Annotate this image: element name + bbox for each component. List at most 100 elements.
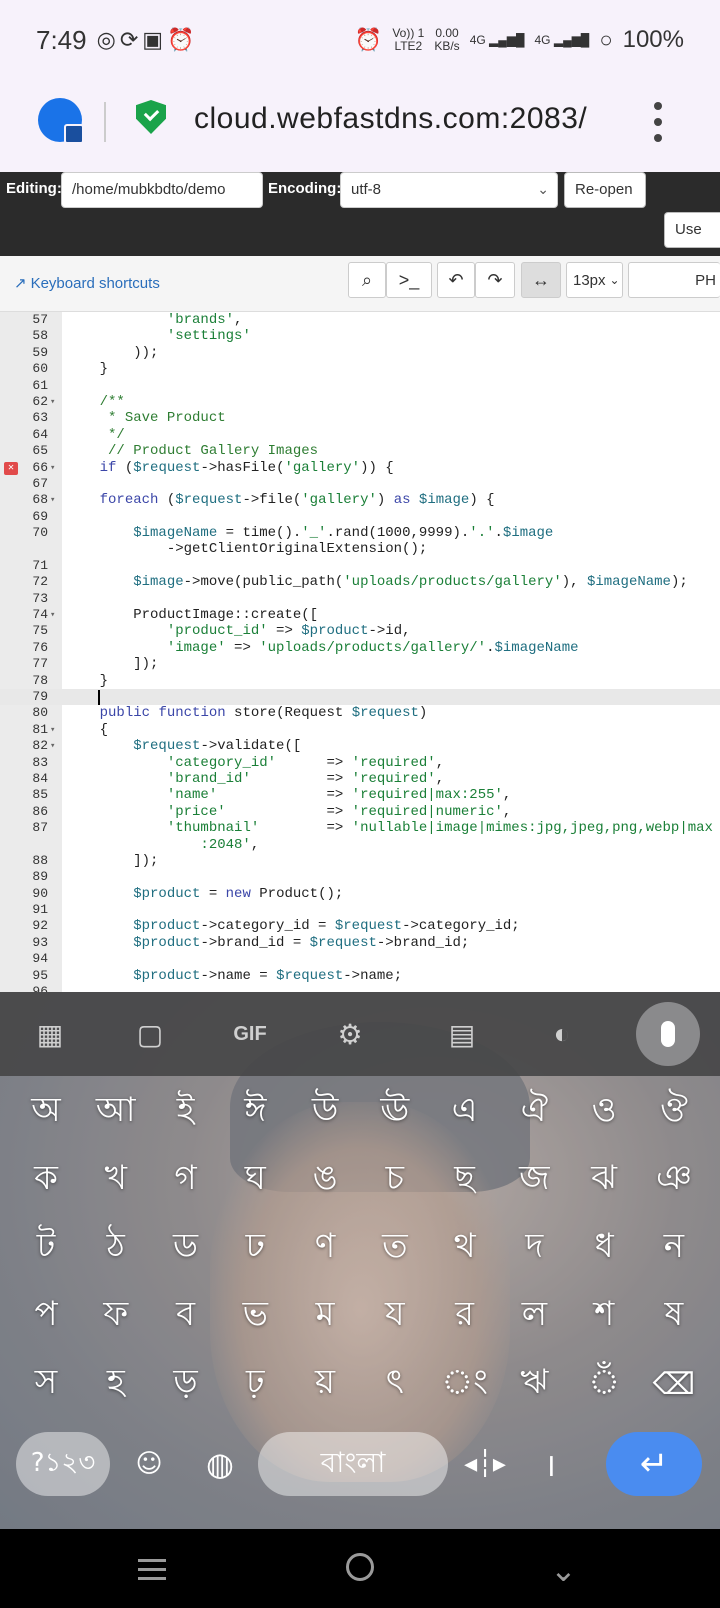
- code-lines[interactable]: 57 'brands', 58 'settings' 59 )); 60 } 61 62 ▾…: [0, 312, 720, 992]
- code-line[interactable]: 85 'name' => 'required|max:255',: [0, 787, 720, 803]
- key[interactable]: ণ: [293, 1220, 357, 1276]
- key[interactable]: ঈ: [223, 1084, 287, 1140]
- space-bar[interactable]: বাংলা: [258, 1432, 448, 1496]
- key[interactable]: ঞ: [642, 1152, 706, 1208]
- key[interactable]: ঙ: [293, 1152, 357, 1208]
- code-line[interactable]: 80 public function store(Request $reques…: [0, 705, 720, 721]
- key[interactable]: এ: [433, 1084, 497, 1140]
- code-line[interactable]: 57 'brands',: [0, 312, 720, 328]
- danda-key[interactable]: ।: [530, 1432, 570, 1496]
- fold-arrow-icon[interactable]: ▾: [50, 394, 55, 410]
- fold-arrow-icon[interactable]: ▾: [50, 460, 55, 476]
- key[interactable]: গ: [154, 1152, 218, 1208]
- key[interactable]: ড: [154, 1220, 218, 1276]
- code-line[interactable]: 65 // Product Gallery Images: [0, 443, 720, 459]
- code-line[interactable]: 61: [0, 378, 720, 394]
- code-line[interactable]: 89: [0, 869, 720, 885]
- key[interactable]: ও: [572, 1084, 636, 1140]
- code-line[interactable]: 92 $product->category_id = $request->cat…: [0, 918, 720, 934]
- key[interactable]: উ: [293, 1084, 357, 1140]
- code-line[interactable]: 58 'settings': [0, 328, 720, 344]
- code-editor[interactable]: 57 'brands', 58 'settings' 59 )); 60 } 61 62 ▾…: [0, 312, 720, 992]
- key[interactable]: ম: [293, 1288, 357, 1344]
- fold-arrow-icon[interactable]: ▾: [50, 722, 55, 738]
- key[interactable]: ◌ং: [433, 1356, 497, 1412]
- code-line[interactable]: 76 'image' => 'uploads/products/gallery/…: [0, 640, 720, 656]
- code-line[interactable]: 84 'brand_id' => 'required',: [0, 771, 720, 787]
- keyboard-shortcuts-link[interactable]: ↗ Keyboard shortcuts: [14, 274, 160, 293]
- code-line[interactable]: 78 }: [0, 673, 720, 689]
- reopen-button[interactable]: Re-open: [564, 172, 646, 208]
- code-line[interactable]: 74 ▾ ProductImage::create([: [0, 607, 720, 623]
- key[interactable]: ক: [14, 1152, 78, 1208]
- code-line[interactable]: 82 ▾ $request->validate([: [0, 738, 720, 754]
- key[interactable]: প: [14, 1288, 78, 1344]
- key[interactable]: ধ: [572, 1220, 636, 1276]
- code-line[interactable]: 71: [0, 558, 720, 574]
- translate-icon[interactable]: ▤: [440, 1012, 484, 1056]
- code-line[interactable]: 59 ));: [0, 345, 720, 361]
- recents-icon[interactable]: [138, 1559, 166, 1586]
- code-line[interactable]: 83 'category_id' => 'required',: [0, 755, 720, 771]
- key[interactable]: ঐ: [502, 1084, 566, 1140]
- key[interactable]: ঋ: [502, 1356, 566, 1412]
- code-line[interactable]: 79: [0, 689, 720, 706]
- key[interactable]: জ: [502, 1152, 566, 1208]
- redo-icon[interactable]: ↷: [475, 262, 515, 298]
- code-line[interactable]: 81 ▾ {: [0, 722, 720, 738]
- key[interactable]: ব: [154, 1288, 218, 1344]
- code-line[interactable]: 95 $product->name = $request->name;: [0, 968, 720, 984]
- code-line[interactable]: 68 ▾ foreach ($request->file('gallery') a…: [0, 492, 720, 508]
- key[interactable]: ◌ঁ: [572, 1356, 636, 1412]
- code-line[interactable]: 67: [0, 476, 720, 492]
- code-line[interactable]: 64 */: [0, 427, 720, 443]
- key[interactable]: শ: [572, 1288, 636, 1344]
- code-line[interactable]: 91: [0, 902, 720, 918]
- fold-arrow-icon[interactable]: ▾: [50, 738, 55, 754]
- path-field[interactable]: /home/mubkbdto/demo: [61, 172, 263, 208]
- key[interactable]: চ: [363, 1152, 427, 1208]
- key[interactable]: ন: [642, 1220, 706, 1276]
- code-line[interactable]: 88 ]);: [0, 853, 720, 869]
- code-line[interactable]: 63 * Save Product: [0, 410, 720, 426]
- key[interactable]: ঔ: [642, 1084, 706, 1140]
- key[interactable]: র: [433, 1288, 497, 1344]
- fold-arrow-icon[interactable]: ▾: [50, 607, 55, 623]
- key[interactable]: দ: [502, 1220, 566, 1276]
- key[interactable]: ড়: [154, 1356, 218, 1412]
- globe-language-icon[interactable]: ◍: [190, 1432, 250, 1496]
- home-icon[interactable]: [346, 1553, 374, 1581]
- backspace-icon[interactable]: ⌫: [642, 1356, 706, 1412]
- key[interactable]: ফ: [84, 1288, 148, 1344]
- key[interactable]: ষ: [642, 1288, 706, 1344]
- key[interactable]: ঊ: [363, 1084, 427, 1140]
- key[interactable]: থ: [433, 1220, 497, 1276]
- emoji-key[interactable]: ☺: [126, 1432, 172, 1496]
- key[interactable]: ত: [363, 1220, 427, 1276]
- key[interactable]: স: [14, 1356, 78, 1412]
- key[interactable]: য়: [293, 1356, 357, 1412]
- numbers-key[interactable]: ?১২৩: [16, 1432, 110, 1496]
- key[interactable]: য: [363, 1288, 427, 1344]
- code-line[interactable]: 69: [0, 509, 720, 525]
- key[interactable]: ঝ: [572, 1152, 636, 1208]
- mode-select[interactable]: PH: [628, 262, 720, 298]
- use-button[interactable]: Use: [664, 212, 720, 248]
- key[interactable]: ছ: [433, 1152, 497, 1208]
- code-line[interactable]: 87 'thumbnail' => 'nullable|image|mimes:…: [0, 820, 720, 853]
- key[interactable]: ভ: [223, 1288, 287, 1344]
- key[interactable]: আ: [84, 1084, 148, 1140]
- key[interactable]: ঘ: [223, 1152, 287, 1208]
- key[interactable]: হ: [84, 1356, 148, 1412]
- key[interactable]: ঢ: [223, 1220, 287, 1276]
- shield-icon[interactable]: [136, 100, 166, 134]
- key[interactable]: অ: [14, 1084, 78, 1140]
- key[interactable]: খ: [84, 1152, 148, 1208]
- code-line[interactable]: 60 }: [0, 361, 720, 377]
- wrap-toggle-icon[interactable]: ↔: [521, 262, 561, 298]
- terminal-icon[interactable]: >_: [386, 262, 432, 298]
- microphone-icon[interactable]: [636, 1002, 700, 1066]
- sticker-icon[interactable]: ▢: [128, 1012, 172, 1056]
- key[interactable]: ই: [154, 1084, 218, 1140]
- code-line[interactable]: 94: [0, 951, 720, 967]
